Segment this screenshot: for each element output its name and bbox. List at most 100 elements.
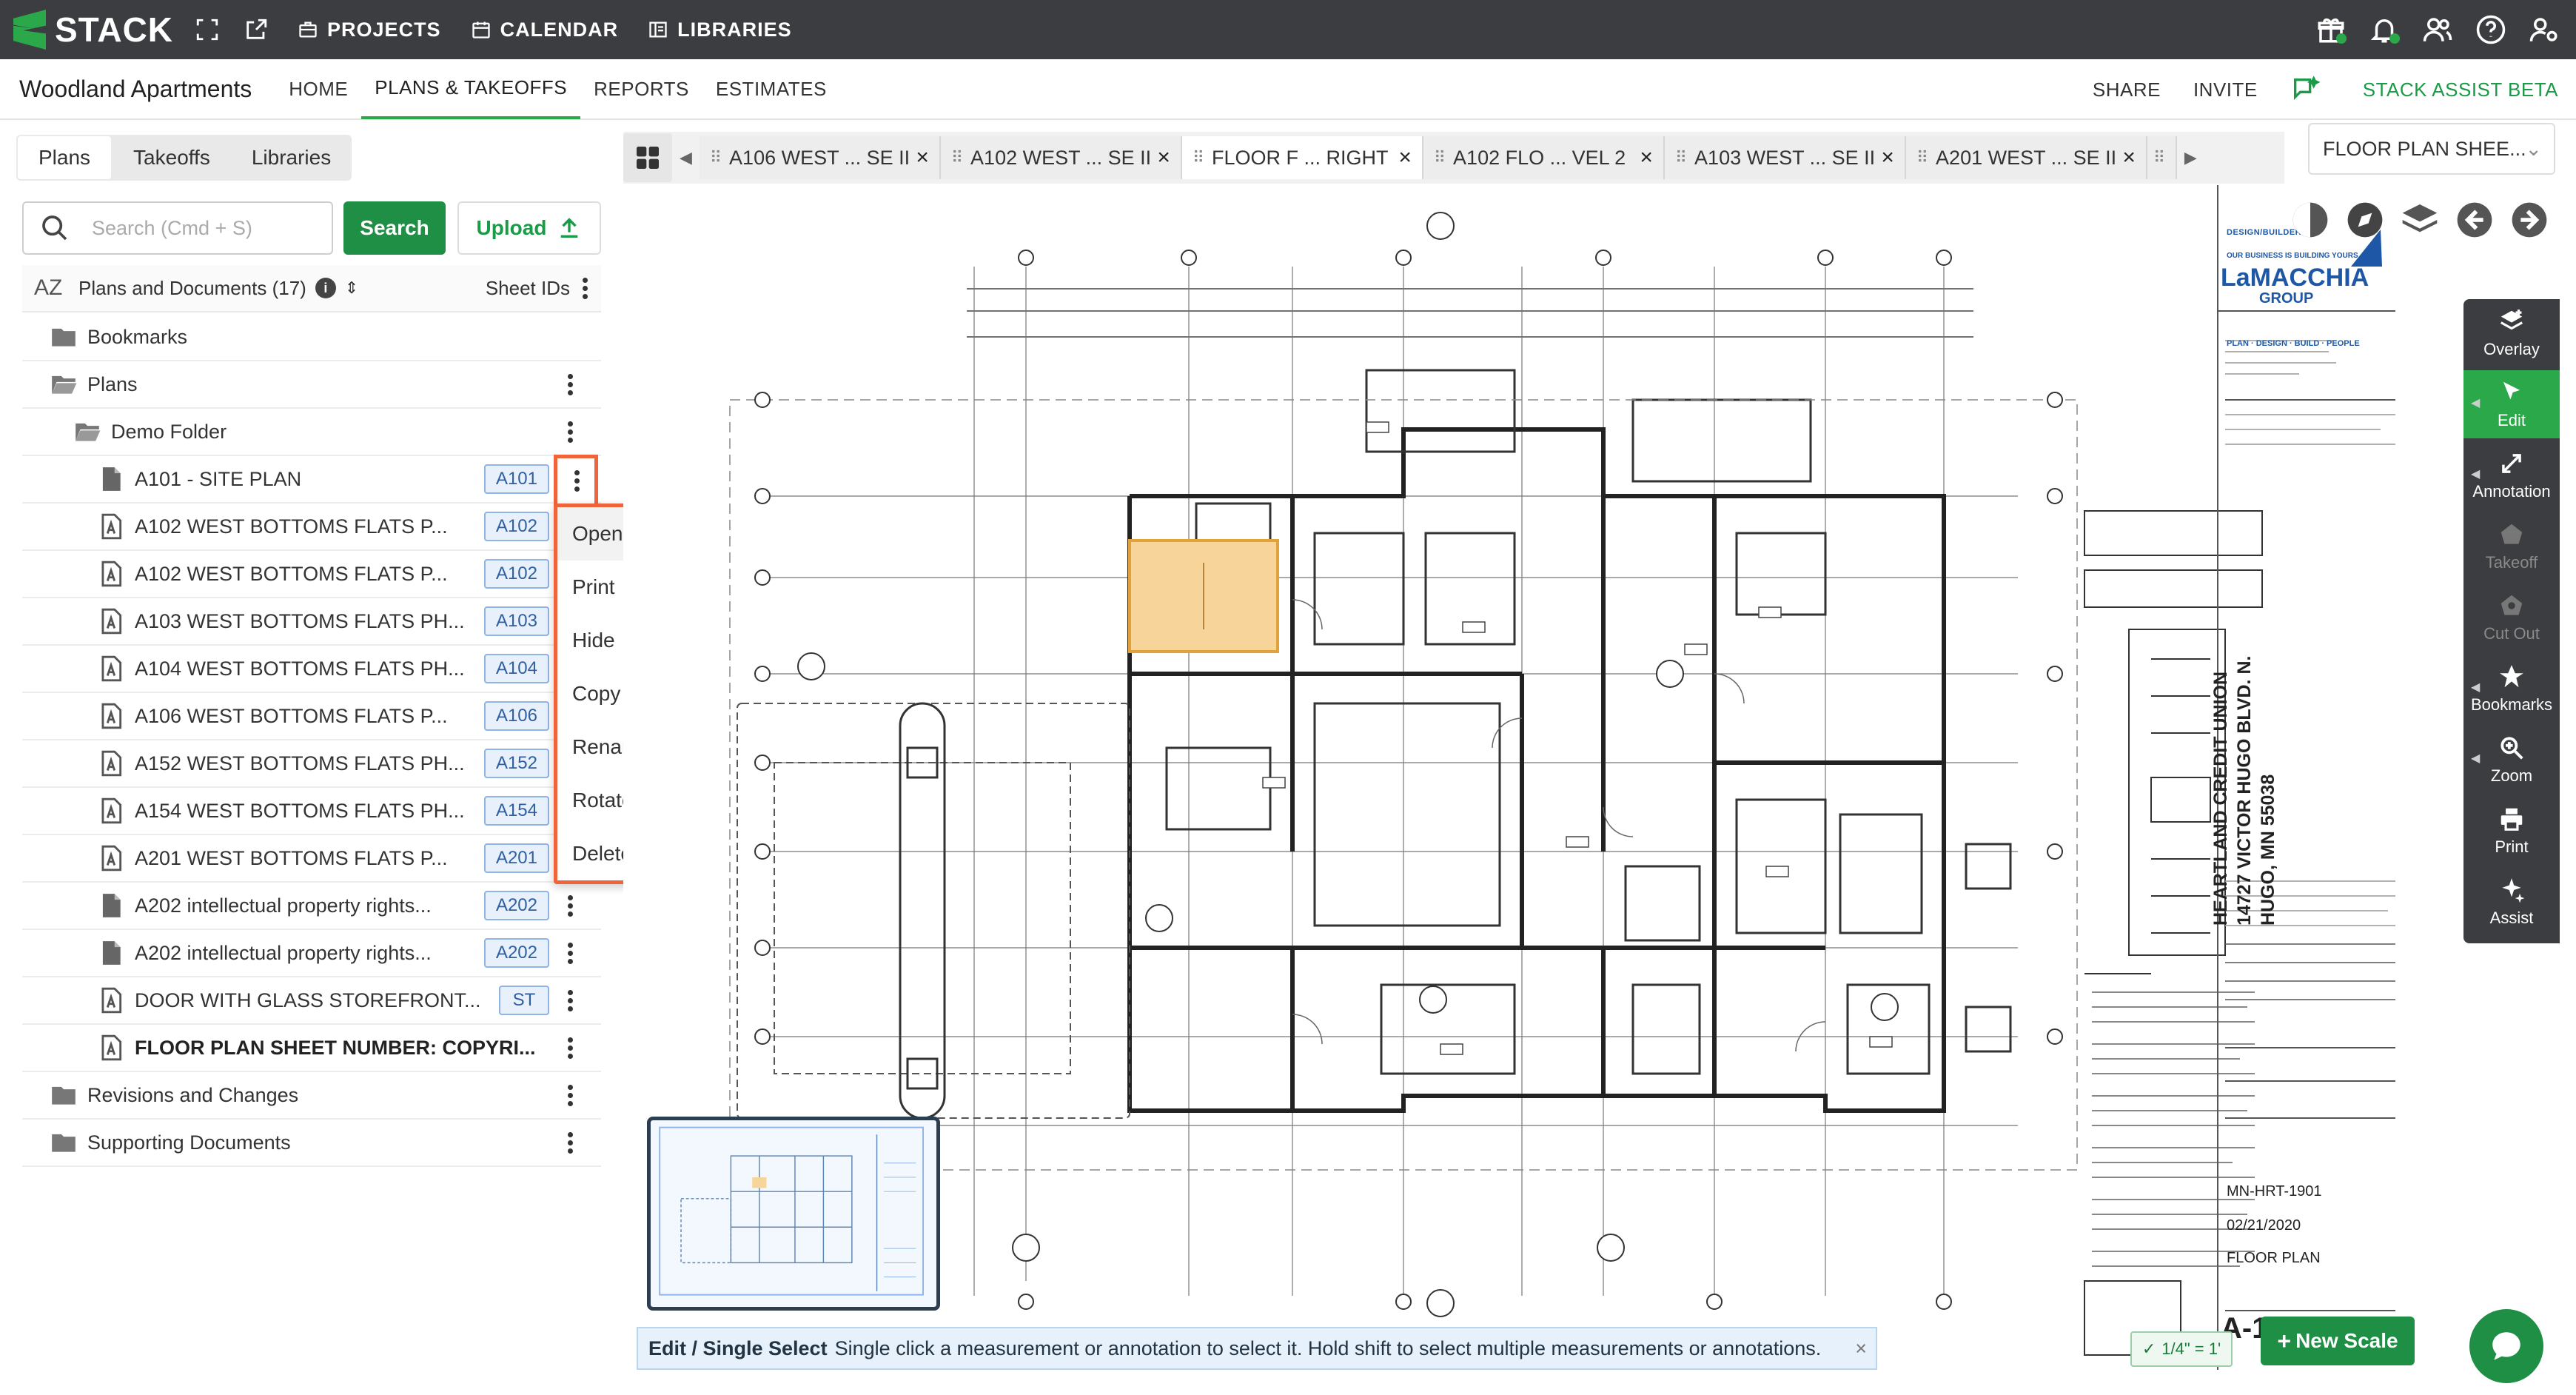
- stack-logo[interactable]: STACK: [13, 0, 173, 59]
- sheet-ids-label[interactable]: Sheet IDs: [486, 277, 570, 300]
- close-icon[interactable]: ×: [1855, 1337, 1867, 1360]
- drag-handle-icon[interactable]: ⠿: [1434, 148, 1446, 167]
- tool-edit[interactable]: ◀ Edit: [2463, 370, 2560, 438]
- gift-icon[interactable]: [2314, 13, 2348, 47]
- fullscreen-icon[interactable]: [192, 15, 222, 44]
- close-tab-icon[interactable]: ×: [1398, 145, 1412, 170]
- minimap[interactable]: [647, 1117, 940, 1311]
- plan-row[interactable]: DOOR WITH GLASS STOREFRONT... ST: [22, 977, 601, 1025]
- tab-plans-takeoffs[interactable]: PLANS & TAKEOFFS: [361, 58, 581, 119]
- drag-handle-icon[interactable]: ⠿: [1193, 148, 1204, 167]
- sheet-tab[interactable]: ⠿ A102 WEST ... SE II ×: [940, 136, 1182, 179]
- tab-takeoffs[interactable]: Takeoffs: [113, 135, 231, 181]
- plan-row[interactable]: A202 intellectual property rights... A202: [22, 930, 601, 977]
- bell-icon[interactable]: [2367, 13, 2401, 47]
- close-tab-icon[interactable]: ×: [1881, 145, 1894, 170]
- tabs-scroll-left-icon[interactable]: ◀: [680, 148, 692, 167]
- list-header-menu-icon[interactable]: [580, 276, 589, 301]
- close-tab-icon[interactable]: ×: [916, 145, 929, 170]
- tool-assist[interactable]: Assist: [2463, 868, 2560, 936]
- row-menu-icon[interactable]: [566, 988, 574, 1013]
- row-menu-icon[interactable]: [566, 420, 574, 444]
- tab-estimates[interactable]: ESTIMATES: [702, 58, 840, 119]
- drag-handle-icon[interactable]: ⠿: [1675, 148, 1687, 167]
- row-menu-icon[interactable]: [566, 1036, 574, 1060]
- sheet-id-badge[interactable]: A104: [483, 654, 549, 683]
- search-button[interactable]: Search: [343, 201, 446, 255]
- tool-bookmarks[interactable]: ◀ Bookmarks: [2463, 655, 2560, 723]
- info-icon[interactable]: i: [315, 278, 336, 298]
- tool-print[interactable]: Print: [2463, 797, 2560, 865]
- tabs-scroll-right-icon[interactable]: ▶: [2184, 148, 2197, 167]
- external-link-icon[interactable]: [241, 15, 271, 44]
- plan-row[interactable]: A102 WEST BOTTOMS FLATS P... A102: [22, 504, 601, 551]
- plan-row[interactable]: A202 intellectual property rights... A202: [22, 883, 601, 930]
- help-icon[interactable]: [2474, 13, 2508, 47]
- plan-row[interactable]: A101 - SITE PLAN A101: [22, 456, 601, 504]
- sheet-id-badge[interactable]: A152: [483, 749, 549, 778]
- folder-row[interactable]: Demo Folder: [22, 409, 601, 456]
- stack-assist-button[interactable]: STACK ASSIST BETA: [2290, 75, 2558, 104]
- plan-row[interactable]: A104 WEST BOTTOMS FLATS PH... A104: [22, 646, 601, 693]
- invite-button[interactable]: INVITE: [2193, 78, 2258, 101]
- nav-calendar[interactable]: CALENDAR: [471, 19, 619, 41]
- sheet-id-badge[interactable]: ST: [499, 986, 549, 1015]
- user-settings-icon[interactable]: [2527, 13, 2561, 47]
- tab-reports[interactable]: REPORTS: [580, 58, 702, 119]
- search-input[interactable]: [92, 216, 314, 240]
- row-menu-icon[interactable]: [566, 941, 574, 966]
- sheet-tab[interactable]: ⠿ A106 WEST ... SE II ×: [699, 136, 941, 179]
- row-menu-icon[interactable]: [572, 469, 581, 493]
- sheet-id-badge[interactable]: A102: [483, 559, 549, 589]
- row-menu-icon[interactable]: [566, 1083, 574, 1108]
- sheet-id-badge[interactable]: A202: [483, 891, 549, 920]
- folder-row[interactable]: Supporting Documents: [22, 1120, 601, 1167]
- new-scale-button[interactable]: + New Scale: [2261, 1317, 2415, 1365]
- tab-home[interactable]: HOME: [275, 58, 361, 119]
- nav-projects[interactable]: PROJECTS: [298, 19, 441, 41]
- close-tab-icon[interactable]: ×: [1157, 145, 1170, 170]
- layers-icon[interactable]: [2397, 197, 2443, 243]
- plan-row[interactable]: A152 WEST BOTTOMS FLATS PH... A152: [22, 740, 601, 788]
- tab-plans[interactable]: Plans: [16, 135, 113, 181]
- contrast-icon[interactable]: [2287, 197, 2333, 243]
- sheet-id-badge[interactable]: A106: [483, 701, 549, 731]
- folder-row[interactable]: Revisions and Changes: [22, 1072, 601, 1120]
- sheet-tab[interactable]: ⠿ FLOOR F ... RIGHT ×: [1181, 136, 1423, 179]
- sheet-tab[interactable]: ⠿ A201 WEST ... SE II ×: [1905, 136, 2147, 179]
- tool-zoom[interactable]: ◀ Zoom: [2463, 726, 2560, 794]
- plan-row[interactable]: A103 WEST BOTTOMS FLATS PH... A103: [22, 598, 601, 646]
- project-name[interactable]: Woodland Apartments: [19, 76, 252, 103]
- row-menu-icon[interactable]: [566, 1131, 574, 1155]
- grid-view-button[interactable]: [623, 133, 672, 182]
- sheet-tab[interactable]: ⠿ A102 FLO ... VEL 2 ×: [1423, 136, 1665, 179]
- sheet-id-badge[interactable]: A201: [483, 843, 549, 873]
- scale-indicator[interactable]: ✓ 1/4" = 1': [2130, 1331, 2233, 1367]
- plan-row[interactable]: A201 WEST BOTTOMS FLATS P... A201: [22, 835, 601, 883]
- sheet-selector[interactable]: FLOOR PLAN SHEE... ⌄: [2308, 123, 2555, 175]
- tool-takeoff[interactable]: Takeoff: [2463, 512, 2560, 581]
- share-button[interactable]: SHARE: [2093, 78, 2161, 101]
- users-icon[interactable]: [2421, 13, 2455, 47]
- drag-handle-icon[interactable]: ⠿: [951, 148, 963, 167]
- row-menu-icon[interactable]: [566, 372, 574, 397]
- plan-row[interactable]: FLOOR PLAN SHEET NUMBER: COPYRI...: [22, 1025, 601, 1072]
- tab-libraries[interactable]: Libraries: [231, 135, 352, 181]
- tool-overlay[interactable]: Overlay: [2463, 299, 2560, 367]
- folder-row[interactable]: Plans: [22, 361, 601, 409]
- sheet-id-badge[interactable]: A154: [483, 796, 549, 826]
- sheet-id-badge[interactable]: A102: [483, 512, 549, 541]
- sort-az-icon[interactable]: AZ: [34, 275, 78, 301]
- plan-row[interactable]: A106 WEST BOTTOMS FLATS P... A106: [22, 693, 601, 740]
- sheet-id-badge[interactable]: A101: [483, 464, 549, 494]
- chat-button[interactable]: [2469, 1309, 2543, 1383]
- plan-row[interactable]: A102 WEST BOTTOMS FLATS P... A102: [22, 551, 601, 598]
- drag-handle-icon[interactable]: ⠿: [1916, 148, 1928, 167]
- row-menu-trigger-highlight[interactable]: [554, 455, 598, 508]
- sheet-tab-overflow[interactable]: ⠿: [2147, 136, 2177, 179]
- close-tab-icon[interactable]: ×: [1640, 145, 1653, 170]
- tool-cut-out[interactable]: Cut Out: [2463, 583, 2560, 652]
- drag-handle-icon[interactable]: ⠿: [710, 148, 722, 167]
- previous-sheet-icon[interactable]: [2452, 197, 2498, 243]
- nav-libraries[interactable]: LIBRARIES: [648, 19, 792, 41]
